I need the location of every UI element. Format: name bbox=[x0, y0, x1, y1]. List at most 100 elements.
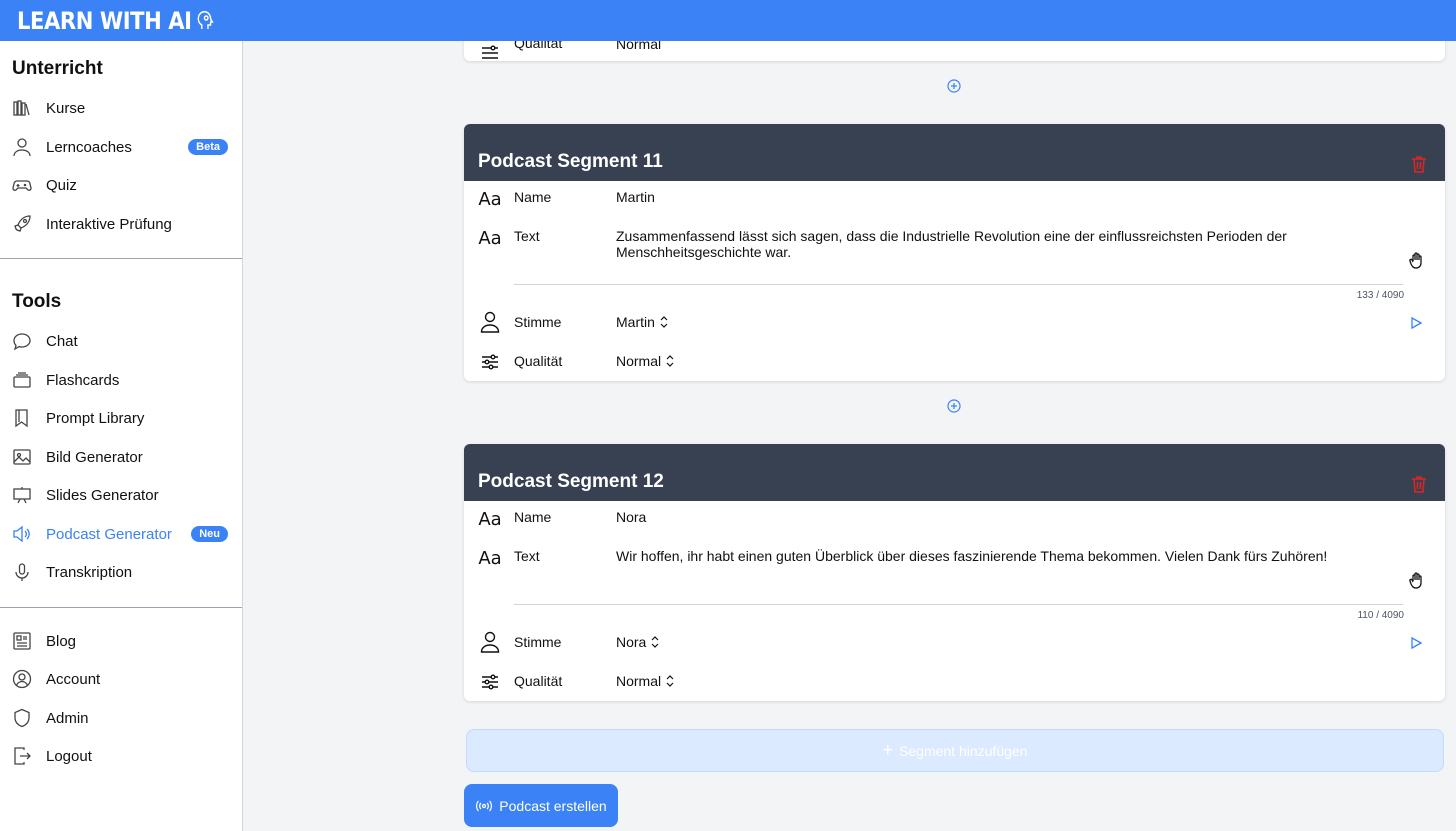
sidebar-item-podcast-generator[interactable]: Podcast Generator Neu bbox=[0, 516, 242, 552]
sidebar-item-label: Kurse bbox=[46, 99, 86, 117]
play-icon[interactable] bbox=[1410, 317, 1422, 329]
text-label: Text bbox=[514, 548, 540, 564]
quality-select[interactable]: Normal ⌃ bbox=[616, 41, 677, 52]
app-title: LEARN WITH AI bbox=[17, 6, 192, 35]
sliders-icon bbox=[478, 350, 502, 374]
quality-value: Normal bbox=[616, 353, 662, 369]
text-format-icon: Aa bbox=[478, 227, 502, 249]
sidebar-item-label: Chat bbox=[46, 332, 78, 350]
books-icon bbox=[12, 98, 32, 118]
broadcast-icon bbox=[476, 800, 493, 811]
sidebar-item-account[interactable]: Account bbox=[0, 661, 242, 697]
sidebar-item-logout[interactable]: Logout bbox=[0, 738, 242, 774]
name-value[interactable]: Martin bbox=[616, 189, 655, 205]
sidebar-item-blog[interactable]: Blog bbox=[0, 623, 242, 659]
trash-icon[interactable] bbox=[1411, 155, 1427, 173]
sidebar-item-admin[interactable]: Admin bbox=[0, 700, 242, 736]
cards-icon bbox=[12, 370, 32, 390]
bookmark-icon bbox=[12, 408, 32, 428]
sidebar-item-label: Logout bbox=[46, 747, 92, 765]
name-label: Name bbox=[514, 189, 552, 205]
segment-title: Podcast Segment 12 bbox=[478, 471, 664, 492]
sliders-icon bbox=[478, 670, 502, 694]
presentation-icon bbox=[12, 485, 32, 505]
segment-card: Podcast Segment 12 Aa Name Nora Aa Text … bbox=[464, 444, 1445, 701]
sidebar-item-interaktive-pruefung[interactable]: Interaktive Prüfung bbox=[0, 206, 242, 242]
sidebar-divider bbox=[0, 258, 242, 259]
quality-label: Qualität bbox=[514, 353, 563, 369]
neu-badge: Neu bbox=[191, 526, 228, 542]
create-podcast-label: Podcast erstellen bbox=[499, 797, 607, 814]
create-podcast-button[interactable]: Podcast erstellen bbox=[464, 784, 618, 827]
segment-title: Podcast Segment 11 bbox=[478, 151, 663, 172]
segment-text-field[interactable]: Zusammenfassend lässt sich sagen, dass d… bbox=[616, 228, 1316, 260]
sidebar-item-label: Lerncoaches bbox=[46, 138, 132, 156]
chevron-up-down-icon bbox=[666, 355, 674, 367]
name-value[interactable]: Nora bbox=[616, 509, 646, 525]
user-circle-icon bbox=[12, 669, 32, 689]
segment-text-field[interactable]: Wir hoffen, ihr habt einen guten Überbli… bbox=[616, 548, 1376, 564]
section-title-unterricht: Unterricht bbox=[12, 58, 103, 79]
drag-hand-icon[interactable] bbox=[1409, 252, 1425, 270]
microphone-icon bbox=[12, 562, 32, 582]
text-format-icon: Aa bbox=[478, 547, 502, 569]
text-format-icon: Aa bbox=[478, 188, 502, 210]
sidebar-item-label: Bild Generator bbox=[46, 448, 143, 466]
text-divider bbox=[514, 284, 1403, 285]
add-segment-button[interactable]: + Segment hinzufügen bbox=[466, 729, 1444, 772]
sidebar-item-quiz[interactable]: Quiz bbox=[0, 167, 242, 203]
logout-icon bbox=[12, 746, 32, 766]
gamepad-icon bbox=[12, 175, 32, 195]
sidebar-item-bild-generator[interactable]: Bild Generator bbox=[0, 439, 242, 475]
main-content: Qualität Normal ⌃ Podcast Segment 11 Aa N… bbox=[243, 41, 1456, 831]
voice-value: Martin bbox=[616, 314, 655, 330]
beta-badge: Beta bbox=[188, 139, 228, 155]
quality-label: Qualität bbox=[514, 41, 563, 51]
user-icon bbox=[12, 137, 32, 157]
brain-head-icon bbox=[197, 10, 215, 29]
segment-header: Podcast Segment 12 bbox=[464, 444, 1445, 501]
char-counter: 133 / 4090 bbox=[1356, 290, 1404, 301]
voice-select[interactable]: Nora bbox=[616, 634, 660, 650]
sidebar-item-kurse[interactable]: Kurse bbox=[0, 90, 242, 126]
chevron-up-down-icon bbox=[666, 675, 674, 687]
section-title-tools: Tools bbox=[12, 291, 62, 312]
sidebar-item-label: Account bbox=[46, 670, 101, 688]
sidebar-item-prompt-library[interactable]: Prompt Library bbox=[0, 400, 242, 436]
insert-segment-button[interactable] bbox=[947, 399, 961, 413]
shield-icon bbox=[12, 708, 32, 728]
voice-label: Stimme bbox=[514, 634, 562, 650]
play-icon[interactable] bbox=[1410, 637, 1422, 649]
chevron-up-down-icon bbox=[651, 636, 659, 648]
quality-select[interactable]: Normal bbox=[616, 673, 675, 689]
app-logo[interactable]: LEARN WITH AI bbox=[17, 7, 218, 35]
drag-hand-icon[interactable] bbox=[1409, 572, 1425, 590]
sidebar-item-label: Blog bbox=[46, 632, 77, 650]
sidebar-item-flashcards[interactable]: Flashcards bbox=[0, 362, 242, 398]
sidebar-item-chat[interactable]: Chat bbox=[0, 323, 242, 359]
chevron-up-down-icon bbox=[660, 316, 668, 328]
text-label: Text bbox=[514, 228, 540, 244]
char-counter: 110 / 4090 bbox=[1357, 610, 1404, 621]
sidebar-item-lerncoaches[interactable]: Lerncoaches Beta bbox=[0, 129, 242, 165]
sidebar-item-label: Flashcards bbox=[46, 371, 120, 389]
add-segment-label: Segment hinzufügen bbox=[899, 742, 1028, 759]
speaker-icon bbox=[12, 524, 32, 544]
quality-value: Normal bbox=[616, 41, 662, 52]
trash-icon[interactable] bbox=[1411, 475, 1427, 493]
image-icon bbox=[12, 447, 32, 467]
quality-select[interactable]: Normal bbox=[616, 353, 675, 369]
sidebar-item-slides-generator[interactable]: Slides Generator bbox=[0, 477, 242, 513]
chat-icon bbox=[12, 331, 32, 351]
insert-segment-button[interactable] bbox=[947, 79, 961, 93]
quality-label: Qualität bbox=[514, 673, 563, 689]
voice-select[interactable]: Martin bbox=[616, 314, 669, 330]
sidebar-item-label: Transkription bbox=[46, 563, 133, 581]
sidebar-item-label: Prompt Library bbox=[46, 409, 145, 427]
voice-label: Stimme bbox=[514, 314, 562, 330]
name-label: Name bbox=[514, 509, 552, 525]
sliders-icon bbox=[478, 41, 502, 61]
voice-value: Nora bbox=[616, 634, 647, 650]
sidebar-item-transkription[interactable]: Transkription bbox=[0, 554, 242, 590]
sidebar-item-label: Slides Generator bbox=[46, 486, 159, 504]
